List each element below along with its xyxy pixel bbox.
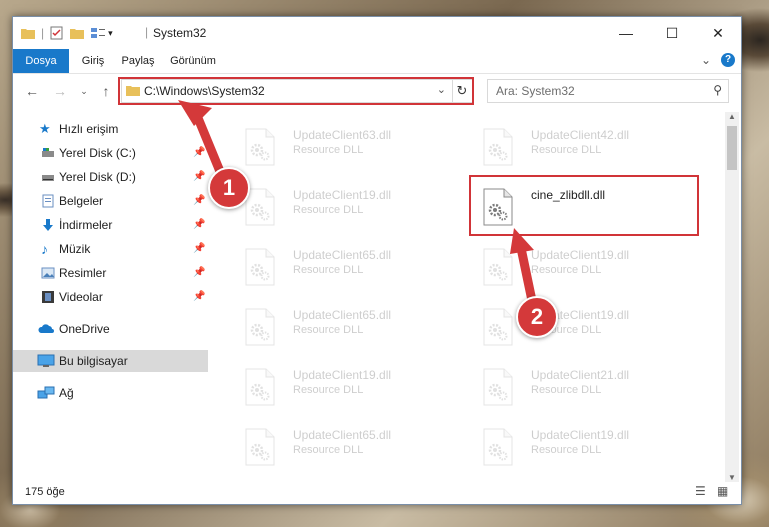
step-marker-2: 2 (516, 296, 558, 338)
step-marker-1: 1 (208, 167, 250, 209)
arrow-1-head-icon (178, 100, 212, 126)
annotation-arrows (178, 100, 540, 320)
arrow-2-head-icon (510, 228, 534, 254)
